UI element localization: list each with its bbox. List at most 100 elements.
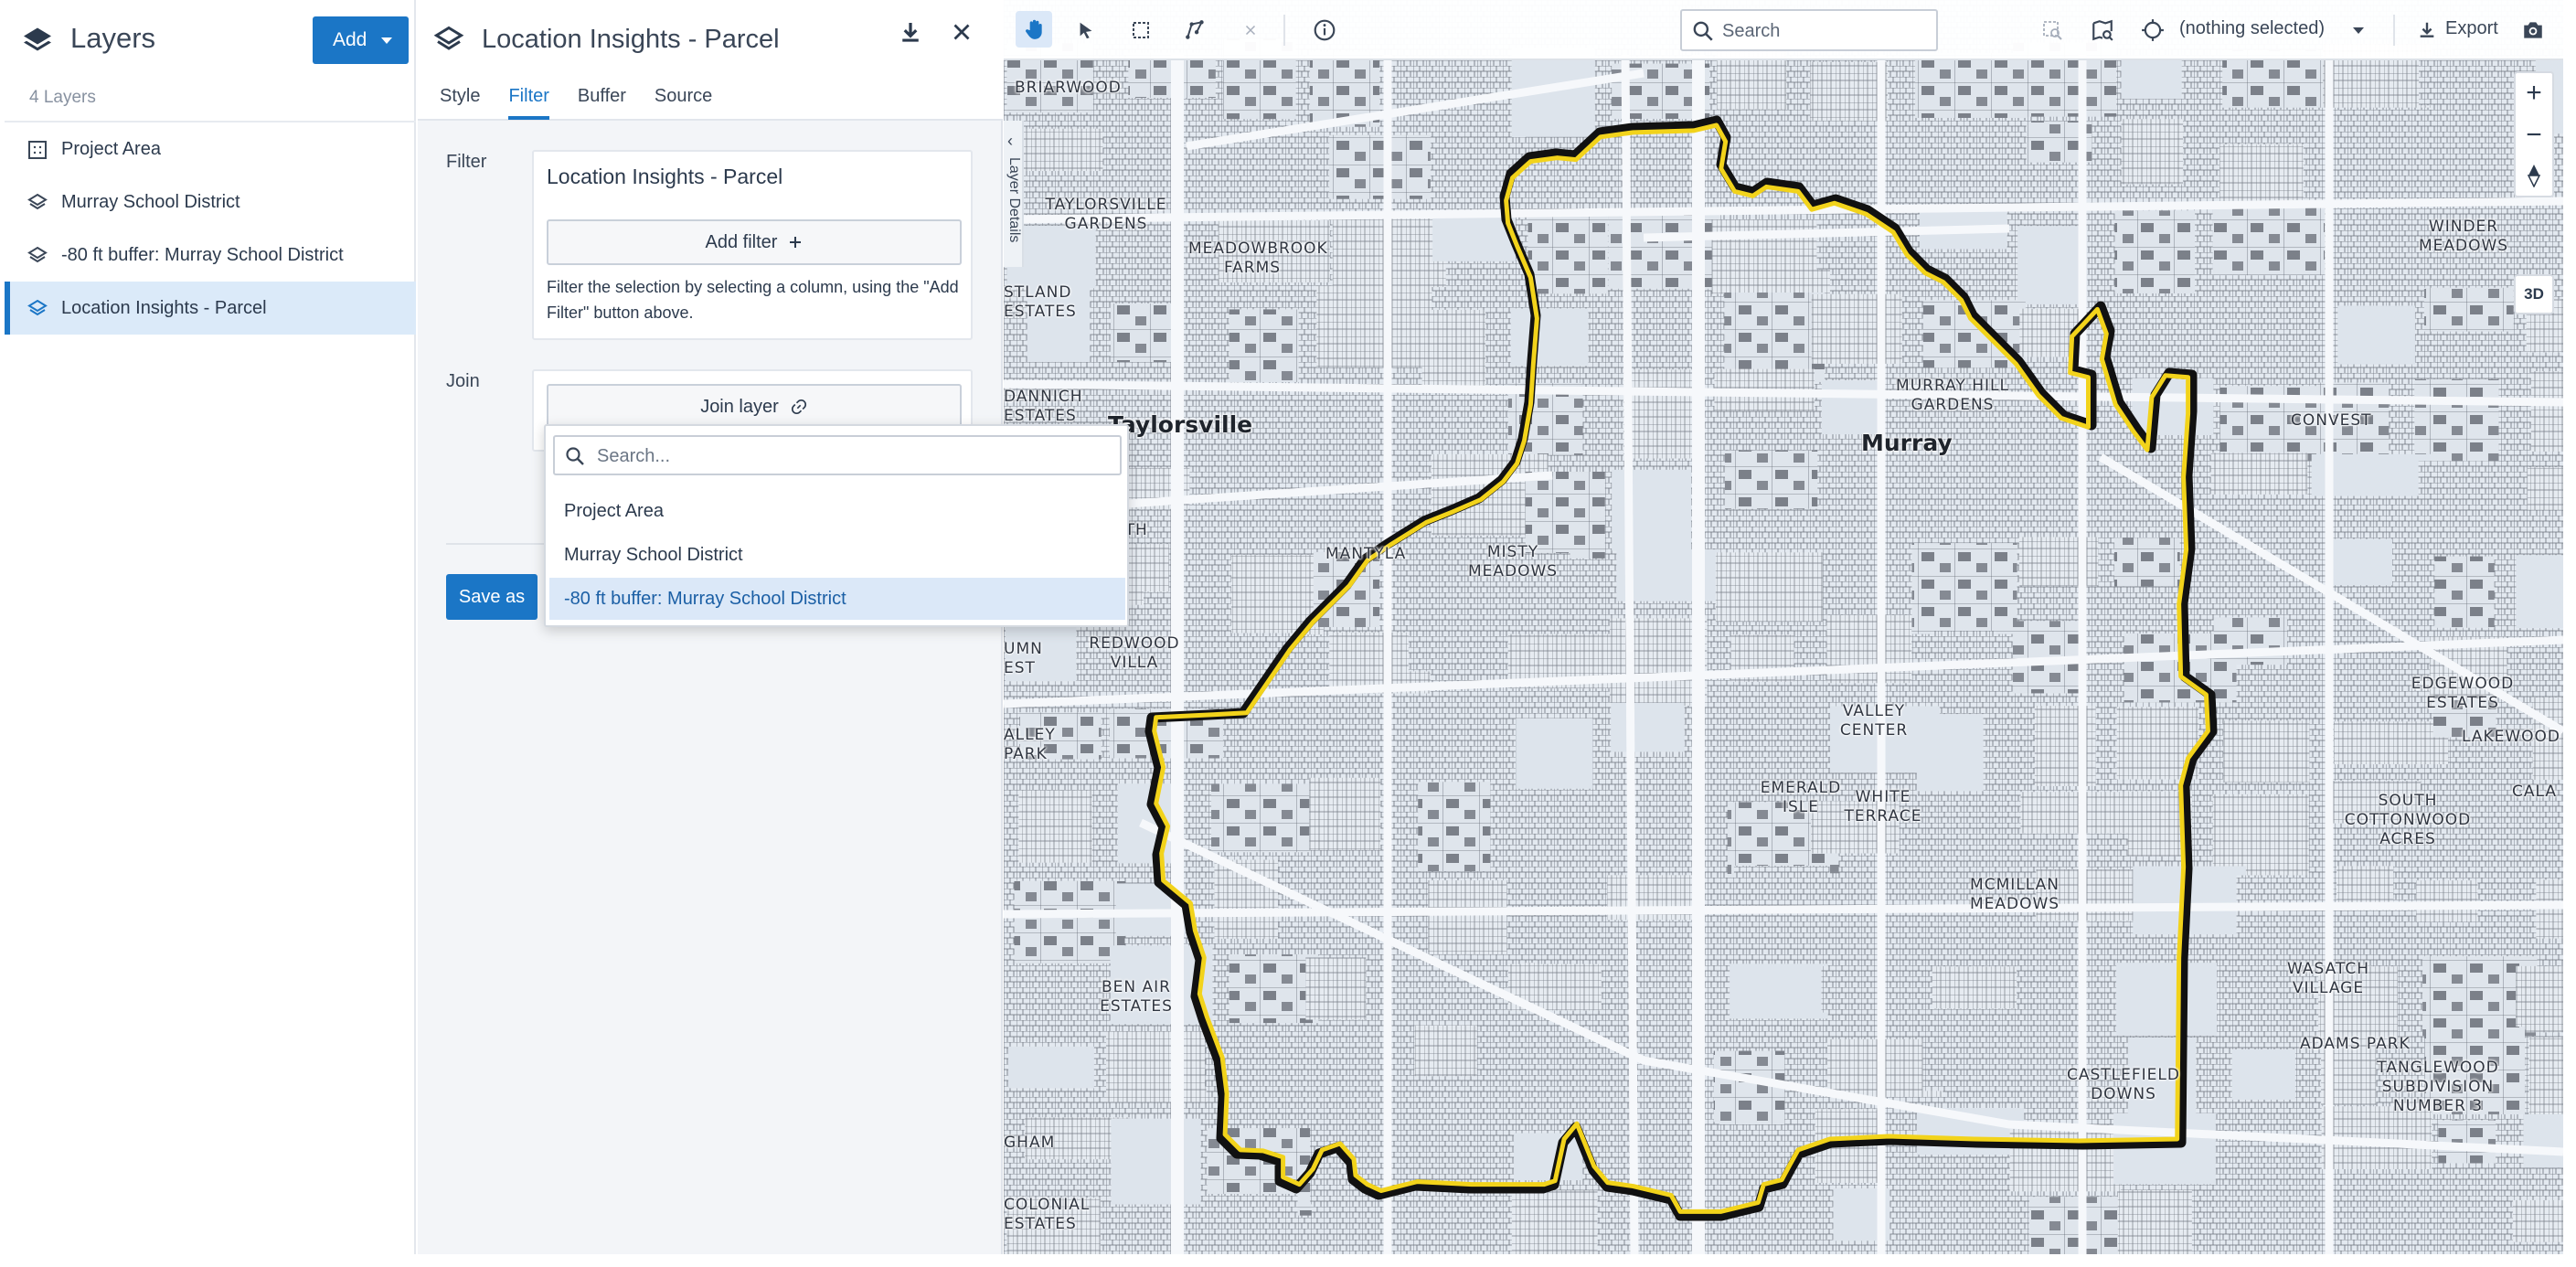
details-tabs: Style Filter Buffer Source bbox=[440, 86, 712, 120]
chevron-down-icon[interactable] bbox=[2353, 27, 2364, 34]
place-label: CALA bbox=[2512, 783, 2557, 801]
parcel-block bbox=[1012, 128, 1103, 172]
polygon-select-icon[interactable] bbox=[1180, 15, 1211, 46]
save-as-button[interactable]: Save as bbox=[446, 574, 538, 620]
parcel-block bbox=[2422, 1198, 2502, 1254]
parcel-block bbox=[2434, 556, 2495, 628]
parcel-block bbox=[1229, 953, 1319, 1024]
layer-item-label: -80 ft buffer: Murray School District bbox=[61, 244, 344, 265]
tab-source[interactable]: Source bbox=[655, 86, 712, 120]
place-label: DANNICH ESTATES bbox=[1004, 388, 1083, 425]
parcel-block bbox=[1811, 293, 1902, 364]
app: Layers Add 4 Layers Project Area Murray … bbox=[0, 0, 2576, 1267]
map-area[interactable]: BRIARWOOD TAYLORSVILLE GARDENS MEADOWBRO… bbox=[1004, 0, 2563, 1254]
parcel-block bbox=[1922, 1026, 2027, 1091]
export-button[interactable]: Export bbox=[2445, 18, 2498, 39]
parcel-block bbox=[1418, 782, 1491, 872]
parcel-block bbox=[1316, 285, 1432, 367]
parcel-block bbox=[1916, 140, 1995, 194]
parcel-block bbox=[2419, 57, 2522, 106]
parcel-block bbox=[2132, 378, 2214, 435]
place-label: COLONIAL ESTATES bbox=[1004, 1196, 1091, 1233]
parcel-block bbox=[2121, 55, 2182, 100]
dropdown-search[interactable] bbox=[553, 435, 1122, 475]
place-label: WASATCH VILLAGE bbox=[2287, 960, 2369, 997]
box-select-icon[interactable] bbox=[1125, 15, 1156, 46]
selection-label[interactable]: (nothing selected) bbox=[2179, 18, 2325, 39]
layer-item-project-area[interactable]: Project Area bbox=[5, 122, 416, 176]
dropdown-search-input[interactable] bbox=[597, 442, 1109, 470]
parcel-block bbox=[1724, 293, 1825, 382]
place-label: WHITE TERRACE bbox=[1844, 788, 1922, 825]
info-icon[interactable] bbox=[1309, 15, 1340, 46]
dropdown-option-buffer[interactable]: -80 ft buffer: Murray School District bbox=[549, 578, 1125, 620]
dropdown-option-project-area[interactable]: Project Area bbox=[549, 490, 1125, 532]
zoom-controls: + − bbox=[2514, 71, 2554, 197]
place-label: TANGLEWOOD SUBDIVISION NUMBER 3 bbox=[2377, 1059, 2499, 1115]
dropdown-option-murray-school-district[interactable]: Murray School District bbox=[549, 534, 1125, 576]
place-label: MEADOWBROOK FARMS bbox=[1188, 240, 1328, 277]
parcel-block bbox=[1510, 308, 1589, 367]
parcel-block bbox=[1106, 1031, 1207, 1102]
layers-icon bbox=[27, 246, 48, 263]
join-label: Join bbox=[446, 371, 480, 391]
hand-tool-icon[interactable] bbox=[1016, 11, 1052, 48]
parcel-block bbox=[1822, 454, 1902, 501]
add-filter-button[interactable]: Add filter bbox=[547, 219, 962, 265]
parcel-block bbox=[1917, 791, 1996, 843]
parcel-block bbox=[1932, 966, 2017, 1009]
clear-selection-icon[interactable] bbox=[1235, 15, 1266, 46]
parcel-block bbox=[1815, 132, 1902, 176]
layers-icon bbox=[27, 193, 48, 210]
parcel-block bbox=[2418, 461, 2513, 508]
zoom-out-button[interactable]: − bbox=[2516, 115, 2552, 155]
parcel-block bbox=[2527, 467, 2563, 510]
map-search-input[interactable] bbox=[1722, 18, 1923, 44]
map-canvas[interactable] bbox=[1004, 0, 2563, 1254]
layer-details-toggle[interactable]: ‹ Layer Details bbox=[1004, 121, 1024, 267]
parcel-block bbox=[2217, 1188, 2318, 1252]
compass-icon[interactable] bbox=[2516, 155, 2552, 196]
parcel-block bbox=[1430, 125, 1494, 208]
filter-help-text: Filter the selection by selecting a colu… bbox=[547, 278, 959, 322]
parcel-block bbox=[2034, 706, 2096, 786]
layer-item-murray-school-district[interactable]: Murray School District bbox=[5, 176, 416, 229]
parcel-block bbox=[2516, 965, 2563, 1033]
download-icon[interactable] bbox=[2411, 15, 2443, 46]
zoom-in-button[interactable]: + bbox=[2516, 73, 2552, 113]
tab-buffer[interactable]: Buffer bbox=[578, 86, 626, 120]
place-label: EDGEWOOD ESTATES bbox=[2411, 675, 2515, 712]
pointer-tool-icon[interactable] bbox=[1070, 15, 1102, 46]
camera-icon[interactable] bbox=[2517, 15, 2549, 46]
chevron-down-icon bbox=[381, 37, 392, 44]
parcel-block bbox=[2438, 1120, 2496, 1164]
parcel-block bbox=[2530, 371, 2563, 452]
zoom-to-selection-icon[interactable] bbox=[2037, 15, 2068, 46]
crosshair-icon[interactable] bbox=[2137, 15, 2168, 46]
tab-filter[interactable]: Filter bbox=[508, 86, 549, 120]
place-label: MANTYLA bbox=[1325, 545, 1407, 563]
parcel-block bbox=[2121, 119, 2184, 185]
close-icon[interactable] bbox=[948, 18, 975, 46]
layer-item-location-insights-parcel[interactable]: Location Insights - Parcel bbox=[5, 282, 416, 335]
parcel-block bbox=[1528, 215, 1608, 294]
place-label: ADAMS PARK bbox=[2300, 1035, 2411, 1053]
add-layer-button[interactable]: Add bbox=[313, 16, 409, 64]
place-label: Taylorsville bbox=[1108, 411, 1253, 438]
place-label: REDWOOD VILLA bbox=[1089, 634, 1180, 672]
parcel-block bbox=[2117, 1189, 2192, 1254]
parcel-block bbox=[1715, 552, 1823, 623]
layer-item-buffer[interactable]: -80 ft buffer: Murray School District bbox=[5, 229, 416, 282]
tab-style[interactable]: Style bbox=[440, 86, 480, 120]
chevron-left-icon: ‹ bbox=[1007, 132, 1013, 150]
join-layer-button[interactable]: Join layer bbox=[547, 384, 962, 430]
download-icon[interactable] bbox=[897, 18, 924, 46]
parcel-block bbox=[2210, 452, 2308, 495]
parcel-block bbox=[1511, 1190, 1598, 1254]
toolbar-divider bbox=[1283, 15, 1285, 46]
map-search-icon[interactable] bbox=[2087, 15, 2118, 46]
parcel-block bbox=[2023, 948, 2088, 1003]
3d-toggle-button[interactable]: 3D bbox=[2514, 274, 2554, 314]
map-search[interactable] bbox=[1680, 9, 1938, 51]
place-label: VALLEY CENTER bbox=[1839, 702, 1909, 740]
